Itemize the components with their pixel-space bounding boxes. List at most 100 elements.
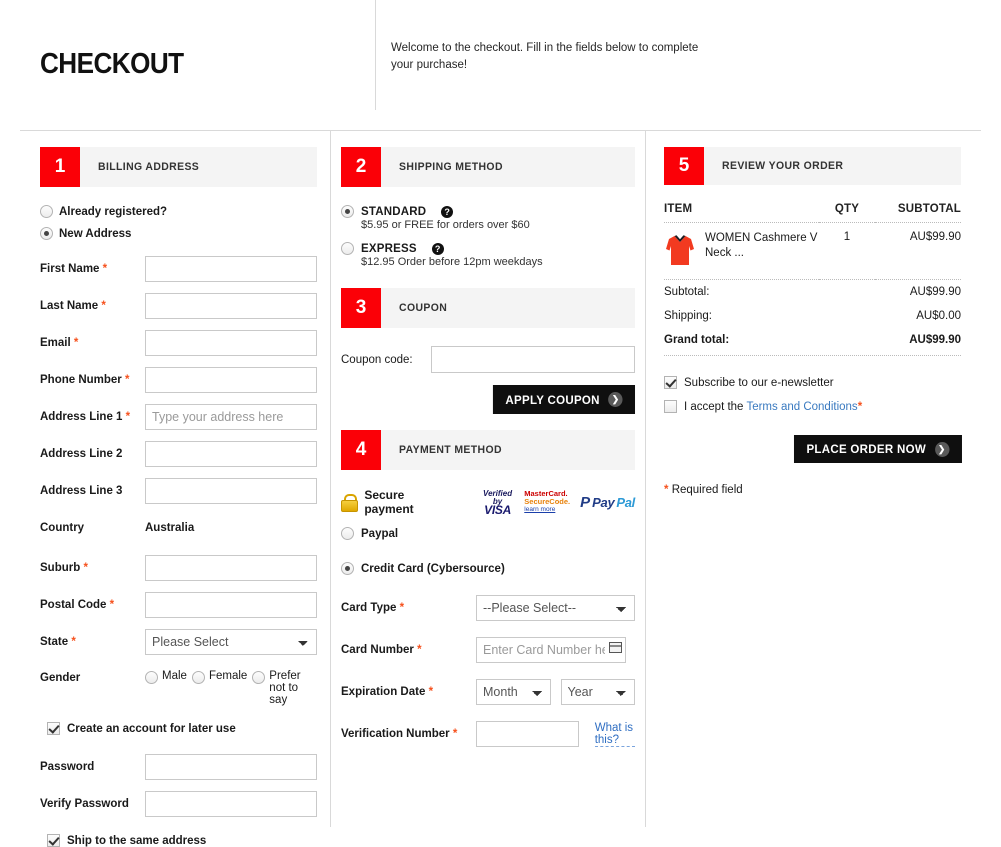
coupon-section-header: 3 COUPON [341,288,635,328]
checkbox-newsletter[interactable]: Subscribe to our e-newsletter [664,376,961,389]
first-name-label: First Name * [40,263,108,275]
shipping-express-label: EXPRESS [361,242,417,255]
coupon-code-input[interactable] [431,346,635,373]
radio-new-address-label: New Address [59,227,132,240]
required-marker: * [664,484,669,496]
required-marker: * [857,400,863,413]
shipping-express-desc: $12.95 Order before 12pm weekdays [361,256,543,268]
address-line-3-input[interactable] [145,478,317,504]
radio-new-address[interactable]: New Address [40,227,317,240]
checkbox-create-account[interactable]: Create an account for later use [47,722,317,735]
suburb-input[interactable] [145,555,317,581]
column-header-item: ITEM [664,203,819,223]
country-value: Australia [145,522,195,534]
radio-already-registered[interactable]: Already registered? [40,205,317,218]
country-label: Country [40,522,85,534]
verify-password-input[interactable] [145,791,317,817]
paypal-pal-text: Pal [616,494,635,510]
required-marker: * [428,686,434,698]
verify-password-label: Verify Password [40,798,129,810]
payment-badges: Verified by VISA MasterCard. SecureCode.… [481,490,635,517]
radio-already-registered-icon[interactable] [40,205,53,218]
phone-number-input[interactable] [145,367,317,393]
total-row-shipping: Shipping: AU$0.00 [664,304,961,328]
expiration-month-select[interactable]: Month [476,679,551,705]
checkbox-ship-same-address-icon[interactable] [47,834,60,847]
column-header-qty: QTY [819,203,875,223]
checkbox-ship-same-address-label: Ship to the same address [67,834,207,847]
card-type-select[interactable]: --Please Select-- [476,595,635,621]
radio-gender-male[interactable]: Male [145,670,187,684]
radio-gender-female-icon[interactable] [191,671,205,684]
address-line-3-label: Address Line 3 [40,485,123,497]
radio-gender-prefer-not-to-say-icon[interactable] [252,671,266,684]
field-verify-password: Verify Password [40,791,317,817]
verification-number-label: Verification Number * [341,728,458,740]
radio-new-address-icon[interactable] [40,227,53,240]
radio-payment-credit-card[interactable]: Credit Card (Cybersource) [341,562,635,575]
review-section-title: REVIEW YOUR ORDER [722,160,844,172]
required-marker: * [125,374,130,386]
state-select[interactable]: Please Select [145,629,317,655]
shipping-option-standard[interactable]: STANDARD ? $5.95 or FREE for orders over… [341,205,635,231]
what-is-this-link[interactable]: What is this? [594,722,635,747]
sweater-image [666,235,694,265]
order-item-name: WOMEN Cashmere V Neck ... [705,232,818,259]
checkout-columns: 1 BILLING ADDRESS Already registered? Ne… [0,131,1001,847]
order-item-cell: WOMEN Cashmere V Neck ... [664,222,819,280]
radio-gender-female[interactable]: Female [191,670,247,684]
radio-gender-male-label: Male [162,670,187,682]
address-line-2-input[interactable] [145,441,317,467]
radio-shipping-express-icon[interactable] [341,242,354,255]
field-state: State * Please Select [40,629,317,655]
checkbox-terms-label: I accept the Terms and Conditions* [684,400,863,413]
checkbox-create-account-label: Create an account for later use [67,722,236,735]
shipping-option-express[interactable]: EXPRESS ? $12.95 Order before 12pm weekd… [341,242,635,268]
checkbox-create-account-icon[interactable] [47,722,60,735]
verification-number-input[interactable] [476,721,579,747]
card-number-input[interactable] [476,637,626,663]
field-suburb: Suburb * [40,555,317,581]
checkbox-newsletter-icon[interactable] [664,376,677,389]
radio-gender-male-icon[interactable] [145,671,158,684]
checkbox-terms[interactable]: I accept the Terms and Conditions* [664,400,961,413]
address-line-2-label: Address Line 2 [40,448,123,460]
radio-payment-paypal-icon[interactable] [341,527,354,540]
help-icon[interactable]: ? [441,205,454,218]
address-line-1-input[interactable] [145,404,317,430]
page-header: CHECKOUT Welcome to the checkout. Fill i… [0,0,1001,131]
postal-code-label: Postal Code * [40,599,115,611]
product-thumbnail[interactable] [664,231,696,271]
learn-more-link[interactable]: learn more [524,506,570,514]
terms-and-conditions-link[interactable]: Terms and Conditions [746,401,857,413]
radio-shipping-standard-icon[interactable] [341,205,354,218]
required-marker: * [102,263,108,275]
radio-payment-paypal[interactable]: Paypal [341,527,635,540]
shipping-step-number: 2 [341,147,381,187]
postal-code-input[interactable] [145,592,317,618]
radio-gender-prefer-not-to-say[interactable]: Prefer not to say [252,670,316,706]
required-marker: * [73,337,79,349]
shipping-section-title: SHIPPING METHOD [399,161,503,173]
email-input[interactable] [145,330,317,356]
field-postal-code: Postal Code * [40,592,317,618]
required-marker: * [109,599,115,611]
coupon-code-label: Coupon code: [341,353,413,366]
checkbox-terms-icon[interactable] [664,400,677,413]
field-email: Email * [40,330,317,356]
field-address-line-1: Address Line 1 * [40,404,317,430]
card-number-label: Card Number * [341,644,422,656]
password-input[interactable] [145,754,317,780]
shipping-total-label: Shipping: [664,310,712,322]
expiration-year-select[interactable]: Year [560,679,635,705]
payment-step-number: 4 [341,430,381,470]
first-name-input[interactable] [145,256,317,282]
help-icon[interactable]: ? [431,242,444,255]
last-name-input[interactable] [145,293,317,319]
radio-payment-credit-card-icon[interactable] [341,562,354,575]
checkbox-ship-same-address[interactable]: Ship to the same address [47,834,317,847]
apply-coupon-button[interactable]: APPLY COUPON ❯ [492,385,635,414]
intro-text: Welcome to the checkout. Fill in the fie… [391,42,699,71]
email-label: Email * [40,337,79,349]
place-order-button[interactable]: PLACE ORDER NOW ❯ [793,435,961,463]
